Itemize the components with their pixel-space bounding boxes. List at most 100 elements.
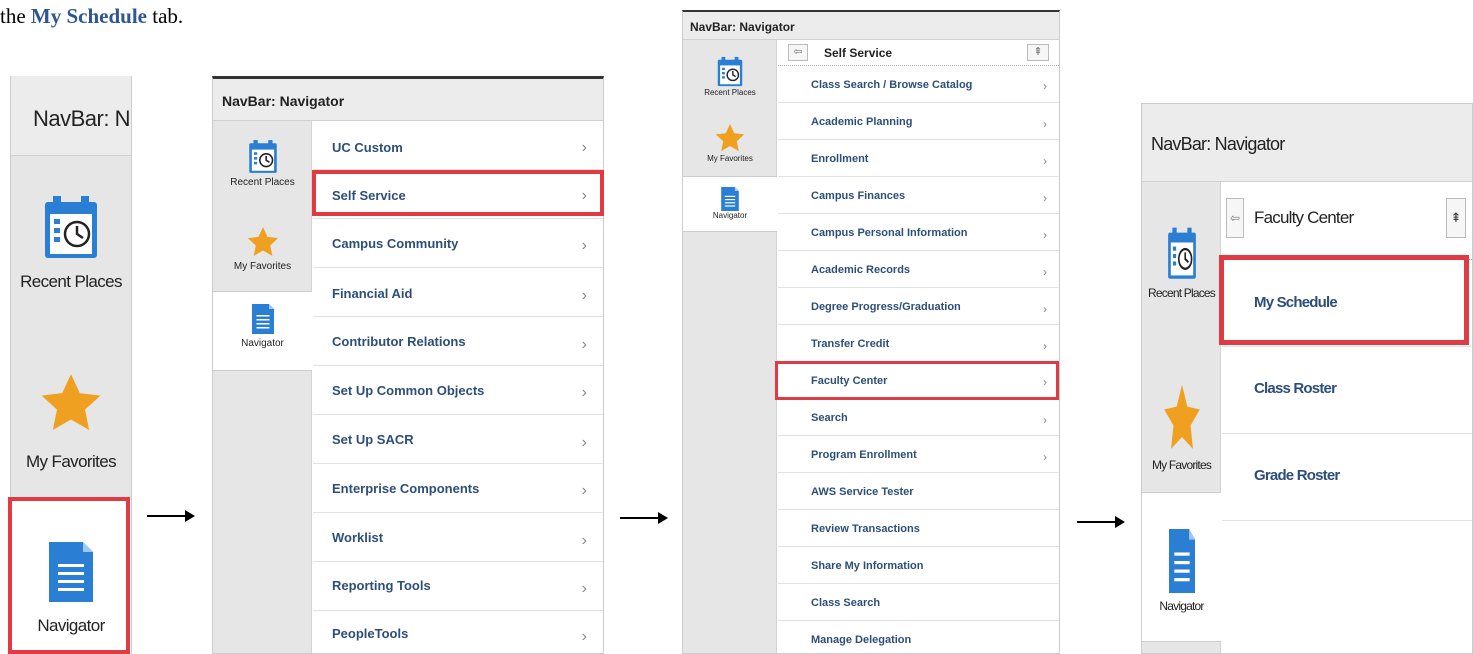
recent-places-tile[interactable]: Recent Places bbox=[213, 139, 312, 188]
collapse-top-icon[interactable]: ⇞ bbox=[1446, 198, 1466, 238]
menu-item-self-service[interactable]: Self Service › bbox=[313, 170, 603, 219]
my-favorites-tile[interactable]: My Favorites bbox=[213, 225, 312, 272]
chevron-right-icon: › bbox=[581, 187, 587, 204]
chevron-right-icon: › bbox=[1043, 265, 1047, 279]
instruction-text: the My Schedule tab. bbox=[0, 4, 183, 29]
my-favorites-tile[interactable]: My Favorites bbox=[11, 370, 131, 490]
star-icon bbox=[247, 227, 278, 256]
menu-item-label: Share My Information bbox=[811, 560, 924, 572]
menu-item-reporting-tools[interactable]: Reporting Tools › bbox=[313, 562, 603, 611]
navigator-menu: Class Search / Browse Catalog › Academic … bbox=[778, 66, 1059, 653]
chevron-right-icon: › bbox=[581, 434, 587, 451]
navbar-title: NavBar: Navigator bbox=[683, 12, 1059, 40]
menu-item-peopletools[interactable]: PeopleTools › bbox=[313, 611, 603, 653]
recent-places-tile[interactable]: Recent Places bbox=[683, 56, 777, 97]
menu-item-worklist[interactable]: Worklist › bbox=[313, 513, 603, 562]
menu-item-share-my-information[interactable]: Share My Information bbox=[778, 547, 1059, 584]
menu-item-label: PeopleTools bbox=[332, 626, 409, 641]
menu-item-label: Financial Aid bbox=[332, 286, 413, 301]
menu-item-label: Class Search / Browse Catalog bbox=[811, 79, 973, 91]
menu-item-class-roster[interactable]: Class Roster bbox=[1222, 347, 1472, 434]
star-icon bbox=[715, 124, 745, 152]
chevron-right-icon: › bbox=[581, 532, 587, 549]
menu-item-class-search[interactable]: Class Search bbox=[778, 584, 1059, 621]
chevron-right-icon: › bbox=[1043, 339, 1047, 353]
chevron-right-icon: › bbox=[1043, 413, 1047, 427]
menu-item-campus-community[interactable]: Campus Community › bbox=[313, 219, 603, 268]
menu-item-label: Manage Delegation bbox=[811, 634, 912, 646]
navbar-title: NavBar: Navigator bbox=[213, 79, 603, 121]
chevron-right-icon: › bbox=[581, 336, 587, 353]
chevron-right-icon: › bbox=[1043, 154, 1047, 168]
recent-places-tile[interactable]: Recent Places bbox=[1142, 226, 1221, 300]
menu-item-faculty-center[interactable]: Faculty Center › bbox=[778, 362, 1059, 399]
chevron-right-icon: › bbox=[581, 287, 587, 304]
back-arrow-icon[interactable]: ⇦ bbox=[788, 44, 808, 61]
navigator-tile[interactable]: Navigator bbox=[683, 176, 777, 232]
collapse-top-icon[interactable]: ⇞ bbox=[1027, 44, 1049, 61]
menu-item-contributor-relations[interactable]: Contributor Relations › bbox=[313, 317, 603, 366]
navigator-label: Navigator bbox=[712, 211, 748, 220]
my-favorites-label: My Favorites bbox=[707, 154, 753, 163]
menu-item-campus-finances[interactable]: Campus Finances › bbox=[778, 177, 1059, 214]
menu-item-campus-personal-information[interactable]: Campus Personal Information › bbox=[778, 214, 1059, 251]
back-arrow-icon[interactable]: ⇦ bbox=[1226, 198, 1244, 238]
menu-item-set-up-common-objects[interactable]: Set Up Common Objects › bbox=[313, 366, 603, 415]
menu-item-label: Class Roster bbox=[1254, 380, 1337, 397]
chevron-right-icon: › bbox=[1043, 450, 1047, 464]
my-favorites-tile[interactable]: My Favorites bbox=[683, 122, 777, 163]
recent-places-tile[interactable]: Recent Places bbox=[11, 194, 131, 334]
menu-item-label: Grade Roster bbox=[1254, 467, 1340, 484]
menu-item-academic-planning[interactable]: Academic Planning › bbox=[778, 103, 1059, 140]
navigator-tile[interactable]: Navigator bbox=[213, 291, 312, 371]
instruction-suffix: tab. bbox=[147, 4, 184, 28]
chevron-right-icon: › bbox=[581, 580, 587, 597]
menu-item-label: Contributor Relations bbox=[332, 334, 466, 349]
star-icon bbox=[1163, 384, 1200, 450]
menu-item-my-schedule[interactable]: My Schedule bbox=[1222, 260, 1472, 347]
navigator-tile[interactable]: Navigator bbox=[11, 500, 131, 654]
menu-item-label: Set Up SACR bbox=[332, 432, 414, 447]
menu-item-label: Enterprise Components bbox=[332, 481, 480, 496]
chevron-right-icon: › bbox=[1043, 228, 1047, 242]
menu-item-class-search-browse-catalog[interactable]: Class Search / Browse Catalog › bbox=[778, 66, 1059, 103]
menu-item-aws-service-tester[interactable]: AWS Service Tester bbox=[778, 473, 1059, 510]
menu-item-degree-progress-graduation[interactable]: Degree Progress/Graduation › bbox=[778, 288, 1059, 325]
navbar-title: NavBar: Navigator bbox=[1142, 104, 1472, 182]
document-icon bbox=[1168, 529, 1195, 593]
recent-places-label: Recent Places bbox=[20, 272, 122, 291]
instruction-prefix: the bbox=[0, 4, 31, 28]
chevron-right-icon: › bbox=[1043, 375, 1047, 389]
breadcrumb-title: Self Service bbox=[824, 46, 893, 60]
menu-item-transfer-credit[interactable]: Transfer Credit › bbox=[778, 325, 1059, 362]
recent-places-label: Recent Places bbox=[704, 88, 756, 97]
my-favorites-label: My Favorites bbox=[25, 452, 117, 471]
my-favorites-tile[interactable]: My Favorites bbox=[1142, 380, 1221, 472]
menu-item-grade-roster[interactable]: Grade Roster bbox=[1222, 434, 1472, 521]
calendar-clock-icon bbox=[45, 196, 97, 258]
menu-item-label: Campus Personal Information bbox=[811, 227, 968, 239]
menu-item-enterprise-components[interactable]: Enterprise Components › bbox=[313, 464, 603, 513]
menu-item-label: Campus Finances bbox=[811, 190, 906, 202]
navigator-menu: My Schedule Class Roster Grade Roster bbox=[1222, 260, 1472, 653]
menu-item-label: Worklist bbox=[332, 530, 384, 545]
menu-item-label: Academic Records bbox=[811, 264, 911, 276]
menu-item-label: Reporting Tools bbox=[332, 578, 431, 593]
menu-item-search[interactable]: Search › bbox=[778, 399, 1059, 436]
chevron-right-icon: › bbox=[1043, 117, 1047, 131]
menu-item-manage-delegation[interactable]: Manage Delegation bbox=[778, 621, 1059, 653]
menu-item-enrollment[interactable]: Enrollment › bbox=[778, 140, 1059, 177]
step-arrow-1 bbox=[147, 510, 195, 522]
menu-item-academic-records[interactable]: Academic Records › bbox=[778, 251, 1059, 288]
navigator-tile[interactable]: Navigator bbox=[1142, 492, 1221, 642]
chevron-right-icon: › bbox=[581, 139, 587, 156]
menu-item-label: Campus Community bbox=[332, 236, 459, 251]
menu-item-uc-custom[interactable]: UC Custom › bbox=[313, 121, 603, 170]
menu-item-program-enrollment[interactable]: Program Enrollment › bbox=[778, 436, 1059, 473]
menu-item-review-transactions[interactable]: Review Transactions bbox=[778, 510, 1059, 547]
menu-item-financial-aid[interactable]: Financial Aid › bbox=[313, 268, 603, 317]
document-icon bbox=[251, 304, 274, 334]
star-icon bbox=[41, 374, 101, 430]
menu-item-set-up-sacr[interactable]: Set Up SACR › bbox=[313, 415, 603, 464]
menu-item-label: Degree Progress/Graduation bbox=[811, 301, 961, 313]
